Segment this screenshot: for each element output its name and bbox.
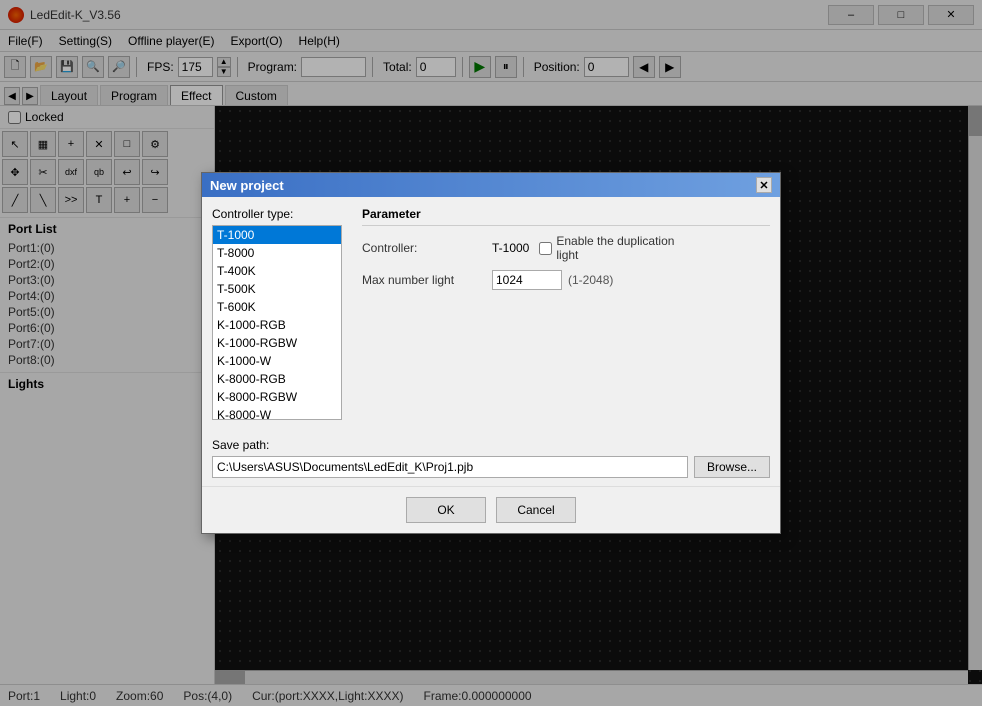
param-title: Parameter	[362, 207, 770, 226]
controller-item-2[interactable]: T-400K	[213, 262, 341, 280]
dialog-title: New project	[210, 178, 284, 193]
new-project-dialog: New project ✕ Controller type: T-1000T-8…	[201, 172, 781, 534]
enable-duplication-row: Enable the duplication light	[539, 234, 686, 262]
controller-row: Controller: T-1000 Enable the duplicatio…	[362, 234, 770, 262]
param-section: Parameter Controller: T-1000 Enable the …	[362, 207, 770, 420]
dialog-title-bar: New project ✕	[202, 173, 780, 197]
controller-item-7[interactable]: K-1000-W	[213, 352, 341, 370]
path-row: Browse...	[212, 456, 770, 478]
controller-param-label: Controller:	[362, 241, 492, 255]
browse-button[interactable]: Browse...	[694, 456, 770, 478]
controller-item-5[interactable]: K-1000-RGB	[213, 316, 341, 334]
save-path-label: Save path:	[212, 438, 770, 452]
controller-item-10[interactable]: K-8000-W	[213, 406, 341, 420]
max-number-hint: (1-2048)	[568, 273, 613, 287]
save-path-section: Save path: Browse...	[202, 430, 780, 486]
max-number-input[interactable]	[492, 270, 562, 290]
controller-item-8[interactable]: K-8000-RGB	[213, 370, 341, 388]
controller-listbox[interactable]: T-1000T-8000T-400KT-500KT-600KK-1000-RGB…	[212, 225, 342, 420]
dialog-footer: OK Cancel	[202, 486, 780, 533]
enable-duplication-label: Enable the duplication light	[556, 234, 686, 262]
dialog-close-button[interactable]: ✕	[756, 177, 772, 193]
controller-item-6[interactable]: K-1000-RGBW	[213, 334, 341, 352]
controller-item-1[interactable]: T-8000	[213, 244, 341, 262]
controller-list-section: Controller type: T-1000T-8000T-400KT-500…	[212, 207, 352, 420]
dialog-overlay: New project ✕ Controller type: T-1000T-8…	[0, 0, 982, 706]
save-path-input[interactable]	[212, 456, 688, 478]
controller-type-label: Controller type:	[212, 207, 352, 221]
enable-duplication-checkbox[interactable]	[539, 242, 552, 255]
ok-button[interactable]: OK	[406, 497, 486, 523]
controller-item-3[interactable]: T-500K	[213, 280, 341, 298]
controller-param-value: T-1000	[492, 241, 529, 255]
controller-item-0[interactable]: T-1000	[213, 226, 341, 244]
cancel-button[interactable]: Cancel	[496, 497, 576, 523]
controller-item-4[interactable]: T-600K	[213, 298, 341, 316]
max-number-label: Max number light	[362, 273, 492, 287]
max-number-row: Max number light (1-2048)	[362, 270, 770, 290]
controller-item-9[interactable]: K-8000-RGBW	[213, 388, 341, 406]
dialog-body: Controller type: T-1000T-8000T-400KT-500…	[202, 197, 780, 430]
